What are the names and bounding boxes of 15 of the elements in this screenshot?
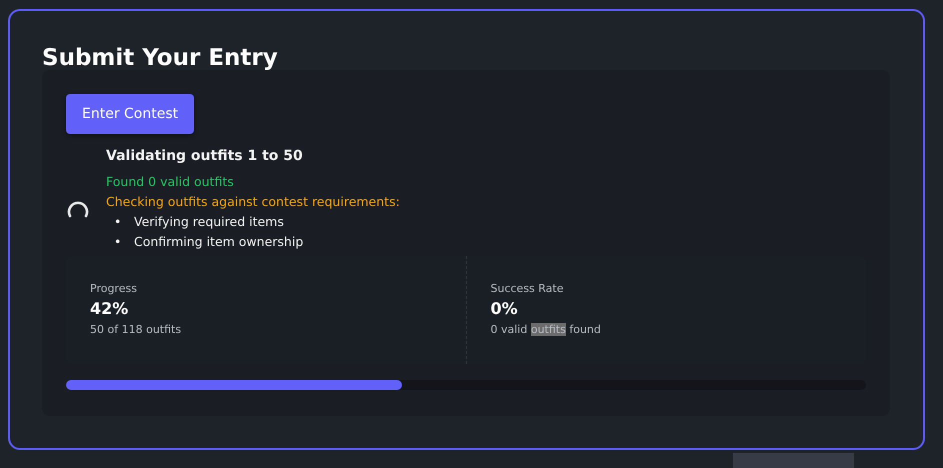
stat-value: 42% [90,299,130,318]
found-text: Found 0 valid outfits [106,173,235,191]
checking-text: Checking outfits against contest requirements: [106,193,400,211]
page-title: Submit Your Entry [42,45,278,71]
stat-detail: 50 of 118 outfits [90,323,182,336]
enter-contest-button[interactable]: Enter Contest [66,94,194,134]
status-heading: Validating outfits 1 to 50 [106,148,304,164]
stat-label: Progress [90,282,138,295]
stat-label: Success Rate [490,282,564,295]
stat-detail: 0 valid outfits found [490,323,602,336]
bullet-icon: • [114,232,134,252]
bullet-icon: • [114,212,134,232]
step-item: Confirming item ownership [134,233,304,251]
step-item: Verifying required items [134,213,284,231]
stat-value: 0% [490,299,519,318]
